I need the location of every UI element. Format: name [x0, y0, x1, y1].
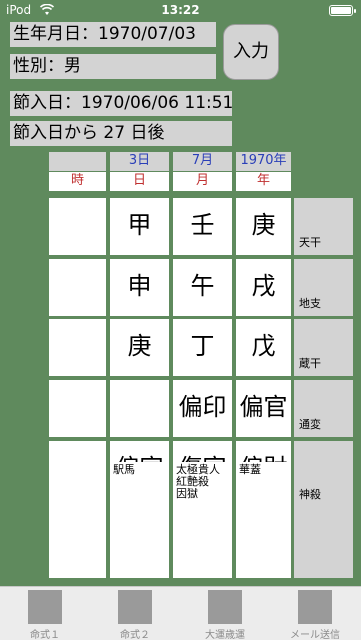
tab-taiun-saiun[interactable]: 大運歳運	[180, 587, 270, 640]
pillar-cell-month: 偏印	[173, 380, 232, 437]
shinsatsu-cell-year: 華蓋	[236, 462, 291, 578]
header-value-year: 1970年	[236, 152, 291, 171]
row-label: 蔵干	[294, 319, 353, 376]
tab-mail-send-icon	[298, 590, 332, 624]
days-after-field: 節入日から 27 日後	[10, 121, 232, 146]
pillar-cell-hour	[49, 259, 106, 316]
header-value-day: 3日	[110, 152, 169, 171]
pillar-cell-year: 庚	[236, 198, 291, 255]
header-label-year: 年	[236, 172, 291, 191]
pillar-cell-year: 戊	[236, 319, 291, 376]
pillar-cell-day	[110, 380, 169, 437]
shinsatsu-cell-day: 駅馬	[110, 462, 169, 578]
birth-date-field: 生年月日：1970/07/03	[10, 22, 216, 47]
row-label-text: 蔵干	[299, 357, 321, 370]
header-label-hour: 時	[49, 172, 106, 191]
row-label: 天干	[294, 198, 353, 255]
row-label-text: 通変	[299, 418, 321, 431]
header-value-hour	[49, 152, 106, 171]
input-button[interactable]: 入力	[223, 24, 279, 80]
tab-mail-send[interactable]: メール送信	[270, 587, 360, 640]
pillar-cell-month: 午	[173, 259, 232, 316]
row-label: 通変	[294, 380, 353, 437]
pillar-cell-day: 甲	[110, 198, 169, 255]
tab-meishiki-2-label: 命式２	[120, 630, 150, 640]
tab-bar: 命式１ 命式２ 大運歳運 メール送信	[0, 586, 361, 640]
status-bar: iPod 13:22	[0, 0, 361, 20]
shinsatsu-cell-hour	[49, 462, 106, 578]
shinsatsu-cell-month: 太極貴人 紅艶殺 因獄	[173, 462, 232, 578]
setsuiri-date-field: 節入日：1970/06/06 11:51	[10, 91, 233, 116]
pillar-cell-day: 庚	[110, 319, 169, 376]
tab-mail-send-label: メール送信	[290, 630, 340, 640]
tab-taiun-saiun-icon	[208, 590, 242, 624]
pillar-cell-month: 壬	[173, 198, 232, 255]
row-label-text: 神殺	[299, 488, 321, 501]
pillar-cell-year: 偏官	[236, 380, 291, 437]
row-label: 地支	[294, 259, 353, 316]
pillar-cell-hour	[49, 380, 106, 437]
row-label: 神殺	[294, 462, 353, 578]
clock: 13:22	[161, 3, 200, 17]
header-label-month: 月	[173, 172, 232, 191]
gender-field: 性別：男	[10, 54, 216, 79]
pillar-cell-year: 戌	[236, 259, 291, 316]
tab-meishiki-1-label: 命式１	[30, 630, 60, 640]
header-label-day: 日	[110, 172, 169, 191]
pillar-cell-month: 丁	[173, 319, 232, 376]
tab-meishiki-1[interactable]: 命式１	[0, 587, 90, 640]
tab-taiun-saiun-label: 大運歳運	[205, 630, 245, 640]
pillar-cell-day: 申	[110, 259, 169, 316]
pillar-cell-hour	[49, 319, 106, 376]
pillar-cell-hour	[49, 198, 106, 255]
header-value-month: 7月	[173, 152, 232, 171]
row-label-text: 地支	[299, 297, 321, 310]
battery-icon	[329, 5, 356, 16]
tab-meishiki-1-icon	[28, 590, 62, 624]
tab-meishiki-2[interactable]: 命式２	[90, 587, 180, 640]
tab-meishiki-2-icon	[118, 590, 152, 624]
row-label-text: 天干	[299, 236, 321, 249]
